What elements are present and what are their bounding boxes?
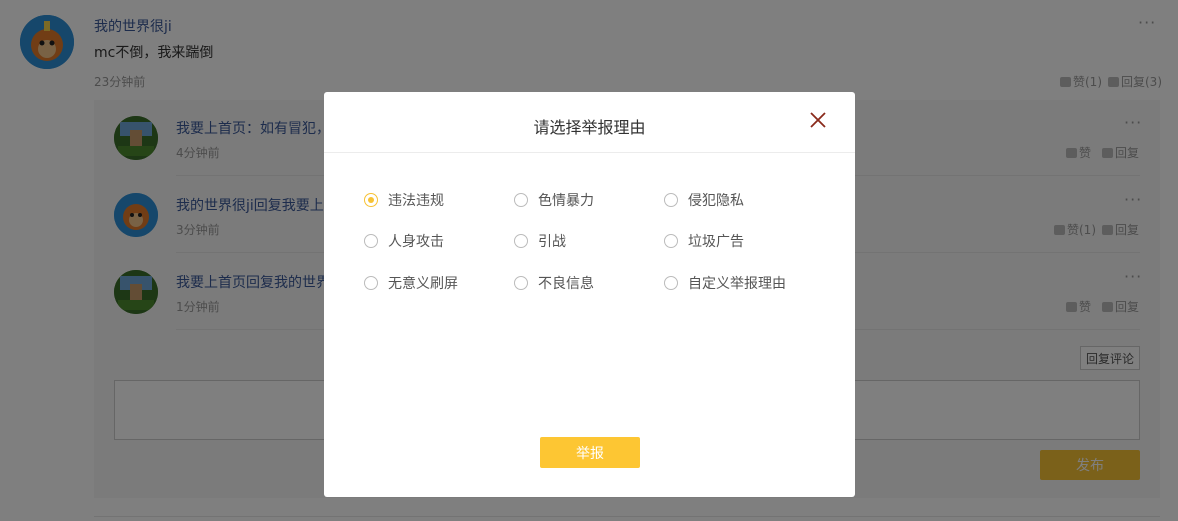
report-option-bad-info[interactable]: 不良信息 [514,273,594,293]
radio-icon[interactable] [514,276,528,290]
report-option-privacy[interactable]: 侵犯隐私 [664,190,744,210]
radio-icon[interactable] [664,234,678,248]
radio-icon[interactable] [514,234,528,248]
option-label: 无意义刷屏 [388,276,458,292]
option-label: 自定义举报理由 [688,276,786,292]
option-label: 人身攻击 [388,234,444,250]
report-option-custom[interactable]: 自定义举报理由 [664,273,786,293]
radio-checked-icon[interactable] [364,193,378,207]
option-label: 不良信息 [538,276,594,292]
radio-icon[interactable] [664,276,678,290]
report-dialog: 请选择举报理由 违法违规 色情暴力 侵犯隐私 人身攻击 引战 垃圾广告 无意义刷… [324,92,855,497]
option-label: 侵犯隐私 [688,193,744,209]
report-option-illegal[interactable]: 违法违规 [364,190,444,210]
report-option-spam-ad[interactable]: 垃圾广告 [664,231,744,251]
report-submit-button[interactable]: 举报 [540,437,640,468]
radio-icon[interactable] [364,234,378,248]
option-label: 色情暴力 [538,193,594,209]
radio-icon[interactable] [364,276,378,290]
radio-icon[interactable] [664,193,678,207]
close-icon[interactable] [808,110,828,130]
radio-icon[interactable] [514,193,528,207]
divider [324,152,855,153]
option-label: 引战 [538,234,566,250]
report-option-personal-attack[interactable]: 人身攻击 [364,231,444,251]
dialog-title: 请选择举报理由 [533,118,646,137]
report-option-flame[interactable]: 引战 [514,231,566,251]
report-option-flood[interactable]: 无意义刷屏 [364,273,458,293]
option-label: 违法违规 [388,193,444,209]
report-option-porn-violence[interactable]: 色情暴力 [514,190,594,210]
option-label: 垃圾广告 [688,234,744,250]
